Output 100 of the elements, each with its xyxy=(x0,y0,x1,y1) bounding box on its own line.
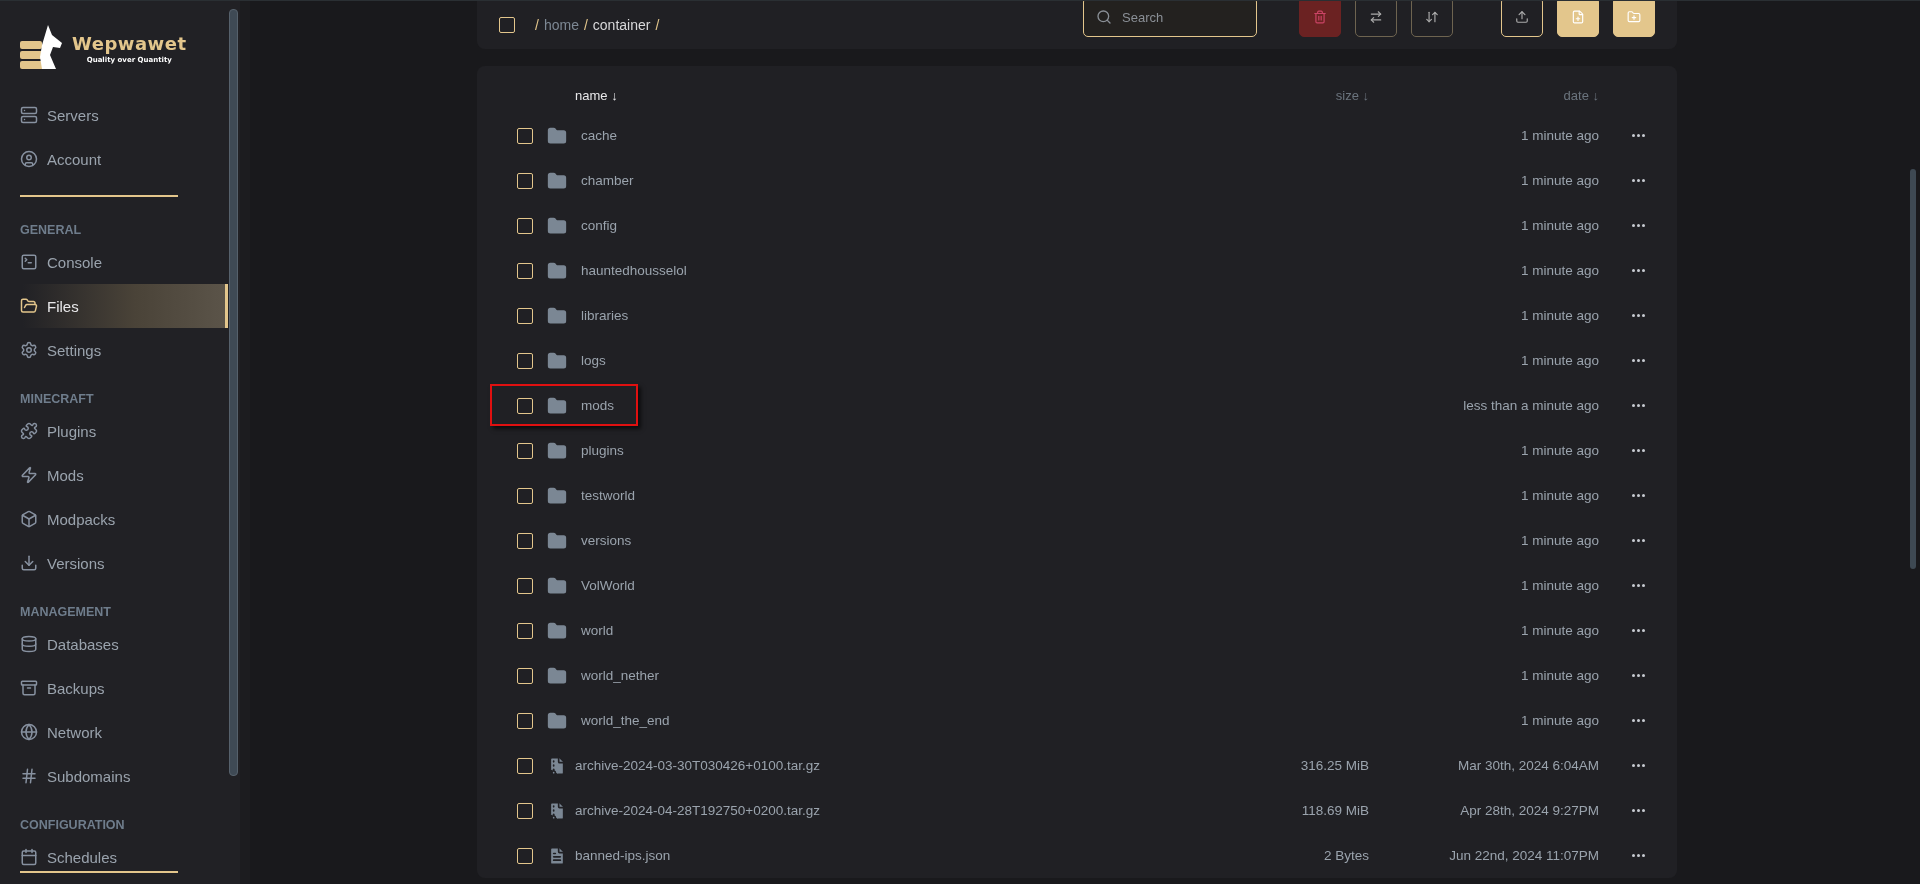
file-row[interactable]: testworld 1 minute ago xyxy=(477,473,1677,518)
file-name[interactable]: libraries xyxy=(581,308,629,323)
file-row[interactable]: archive-2024-04-28T192750+0200.tar.gz 118.69 MiB Apr 28th, 2024 9:27PM xyxy=(477,788,1677,833)
more-button[interactable] xyxy=(1631,314,1645,317)
select-all-checkbox[interactable] xyxy=(499,17,515,33)
file-row[interactable]: world_the_end 1 minute ago xyxy=(477,698,1677,743)
file-name[interactable]: testworld xyxy=(581,488,636,503)
nav-item[interactable]: Console xyxy=(0,240,228,284)
column-header[interactable]: date ↓ xyxy=(1563,88,1599,103)
file-name[interactable]: config xyxy=(581,218,618,233)
nav-item[interactable]: Subdomains xyxy=(0,754,228,798)
row-checkbox[interactable] xyxy=(517,127,533,144)
more-button[interactable] xyxy=(1631,584,1645,587)
file-name[interactable]: world_nether xyxy=(581,668,660,683)
upload-button[interactable] xyxy=(1501,1,1543,37)
more-button[interactable] xyxy=(1631,449,1645,452)
row-checkbox[interactable] xyxy=(517,847,533,864)
file-date: 1 minute ago xyxy=(1520,668,1599,683)
file-name[interactable]: world_the_end xyxy=(581,713,670,728)
section-heading: MANAGEMENT xyxy=(20,605,112,619)
file-row[interactable]: hauntedhousselol 1 minute ago xyxy=(477,248,1677,293)
nav-item[interactable]: Schedules xyxy=(0,835,228,879)
file-name[interactable]: archive-2024-04-28T192750+0200.tar.gz xyxy=(575,803,821,818)
more-button[interactable] xyxy=(1631,269,1645,272)
row-checkbox[interactable] xyxy=(517,352,533,369)
nav-item[interactable]: Servers xyxy=(0,93,228,137)
file-row[interactable]: plugins 1 minute ago xyxy=(477,428,1677,473)
file-name[interactable]: mods xyxy=(581,398,614,413)
scrollbar[interactable] xyxy=(1910,169,1916,569)
row-checkbox[interactable] xyxy=(517,307,533,324)
breadcrumb-link[interactable]: home xyxy=(543,17,579,33)
file-name[interactable]: VolWorld xyxy=(581,578,635,593)
move-button[interactable] xyxy=(1355,1,1397,37)
more-button[interactable] xyxy=(1631,539,1645,542)
nav-item[interactable]: Backups xyxy=(0,666,228,710)
row-checkbox[interactable] xyxy=(517,487,533,504)
file-date: 1 minute ago xyxy=(1520,623,1599,638)
file-row[interactable]: VolWorld 1 minute ago xyxy=(477,563,1677,608)
file-row[interactable]: logs 1 minute ago xyxy=(477,338,1677,383)
more-icon xyxy=(1631,314,1645,317)
row-checkbox[interactable] xyxy=(517,622,533,639)
file-name[interactable]: banned-ips.json xyxy=(575,848,671,863)
nav-item[interactable]: Settings xyxy=(0,328,228,372)
row-checkbox[interactable] xyxy=(517,172,533,189)
row-checkbox[interactable] xyxy=(517,667,533,684)
file-row[interactable]: chamber 1 minute ago xyxy=(477,158,1677,203)
file-row[interactable]: world_nether 1 minute ago xyxy=(477,653,1677,698)
file-row[interactable]: cache 1 minute ago xyxy=(477,113,1677,158)
file-row[interactable]: world 1 minute ago xyxy=(477,608,1677,653)
more-button[interactable] xyxy=(1631,719,1645,722)
sort-button[interactable] xyxy=(1411,1,1453,37)
more-button[interactable] xyxy=(1631,854,1645,857)
file-row[interactable]: archive-2024-03-30T030426+0100.tar.gz 316.25 MiB Mar 30th, 2024 6:04AM xyxy=(477,743,1677,788)
file-row[interactable]: versions 1 minute ago xyxy=(477,518,1677,563)
file-name[interactable]: archive-2024-03-30T030426+0100.tar.gz xyxy=(575,758,821,773)
more-button[interactable] xyxy=(1631,629,1645,632)
file-name[interactable]: plugins xyxy=(581,443,624,458)
nav-item[interactable]: Plugins xyxy=(0,409,228,453)
row-checkbox[interactable] xyxy=(517,397,533,414)
file-row[interactable]: libraries 1 minute ago xyxy=(477,293,1677,338)
nav-item[interactable]: Network xyxy=(0,710,228,754)
download-icon xyxy=(20,554,38,572)
file-name[interactable]: cache xyxy=(581,128,618,143)
nav-item[interactable]: Databases xyxy=(0,622,228,666)
more-button[interactable] xyxy=(1631,134,1645,137)
more-button[interactable] xyxy=(1631,674,1645,677)
column-header[interactable]: name ↓ xyxy=(537,88,618,103)
more-button[interactable] xyxy=(1631,179,1645,182)
nav-item[interactable]: Mods xyxy=(0,453,228,497)
file-row[interactable]: banned-ips.json 2 Bytes Jun 22nd, 2024 11:07PM xyxy=(477,833,1677,878)
file-name[interactable]: logs xyxy=(581,353,606,368)
nav-item[interactable]: Versions xyxy=(0,541,228,585)
file-date: 1 minute ago xyxy=(1520,488,1599,503)
file-row[interactable]: mods less than a minute ago xyxy=(477,383,1677,428)
row-checkbox[interactable] xyxy=(517,712,533,729)
nav-item[interactable]: Account xyxy=(0,137,228,181)
column-header[interactable]: size ↓ xyxy=(1335,88,1369,103)
row-checkbox[interactable] xyxy=(517,217,533,234)
file-name[interactable]: chamber xyxy=(581,173,634,188)
row-checkbox[interactable] xyxy=(517,802,533,819)
row-checkbox[interactable] xyxy=(517,757,533,774)
more-button[interactable] xyxy=(1631,404,1645,407)
server-icon xyxy=(20,106,38,124)
row-checkbox[interactable] xyxy=(517,577,533,594)
row-checkbox[interactable] xyxy=(517,262,533,279)
more-button[interactable] xyxy=(1631,809,1645,812)
file-name[interactable]: hauntedhousselol xyxy=(581,263,687,278)
more-button[interactable] xyxy=(1631,224,1645,227)
nav-item[interactable]: Modpacks xyxy=(0,497,228,541)
search-field[interactable]: Search xyxy=(1083,1,1257,37)
file-row[interactable]: config 1 minute ago xyxy=(477,203,1677,248)
more-button[interactable] xyxy=(1631,494,1645,497)
more-button[interactable] xyxy=(1631,764,1645,767)
file-name[interactable]: versions xyxy=(581,533,632,548)
row-checkbox[interactable] xyxy=(517,442,533,459)
row-checkbox[interactable] xyxy=(517,532,533,549)
file-name[interactable]: world xyxy=(581,623,614,638)
more-button[interactable] xyxy=(1631,359,1645,362)
breadcrumb-link[interactable]: container xyxy=(592,17,651,33)
scrollbar[interactable] xyxy=(229,9,238,776)
